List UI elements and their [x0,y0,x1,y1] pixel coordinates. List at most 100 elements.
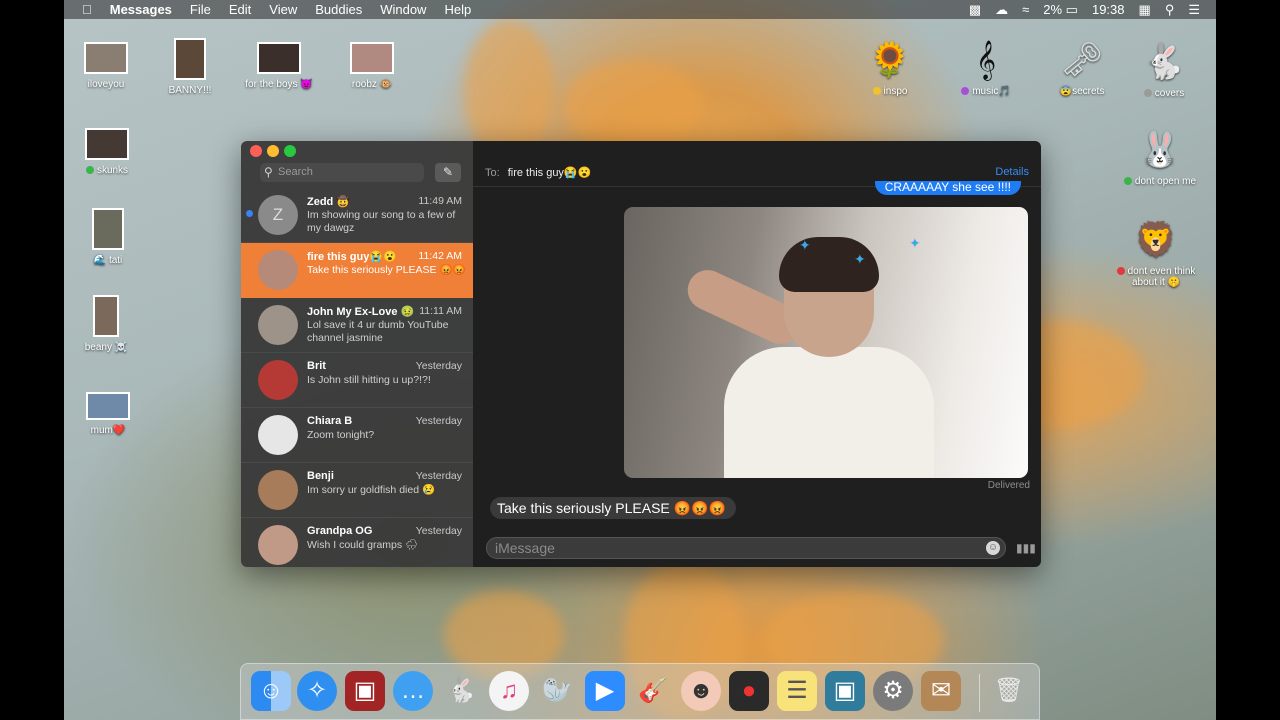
search-icon: ⚲ [264,165,273,179]
received-message-bubble[interactable]: Take this seriously PLEASE 😡😡😡 [490,497,736,519]
desktop-folder-mum[interactable]: mum❤️ [64,392,158,436]
rabbit-icon[interactable]: 🐇 [441,671,481,711]
seal-icon[interactable]: 🦭 [537,671,577,711]
battery-status[interactable]: 2% ▭ [1043,2,1078,18]
menu-messages[interactable]: Messages [110,2,172,17]
photo-thumbnail [350,42,394,74]
menu-buddies[interactable]: Buddies [315,2,362,17]
desktop-folder-music[interactable]: 𝄞 music🎵 [936,38,1036,97]
face-icon[interactable]: ☻ [681,671,721,711]
menu-view[interactable]: View [269,2,297,17]
menu-file[interactable]: File [190,2,211,17]
notes-icon[interactable]: ☰ [777,671,817,711]
system-preferences-icon[interactable]: ⚙ [873,671,913,711]
sent-photo[interactable]: ✦ ✦ ✦ [624,207,1028,478]
audio-message-icon[interactable]: ▮▮▮ [1016,541,1036,555]
desktop-label: dont even think about it 🤫 [1116,266,1196,288]
desktop-folder-dont-open-me[interactable]: 🐰 dont open me [1110,128,1210,187]
conversation-item[interactable]: Benji Yesterday Im sorry ur goldfish die… [241,463,473,518]
menu-edit[interactable]: Edit [229,2,251,17]
creative-cloud-icon[interactable]: ☁ [995,2,1008,18]
desktop-folder-banny[interactable]: BANNY!!! [140,38,240,96]
camera-icon[interactable]: ▩ [969,2,981,18]
emoji-icon[interactable]: ☺ [986,541,1000,555]
zoom-icon[interactable] [284,145,296,157]
compose-button[interactable]: ✎ [435,163,461,182]
butterfly-icon: ✦ [799,237,811,253]
preview-icon[interactable]: ▣ [825,671,865,711]
contacts-icon[interactable]: ✉ [921,671,961,711]
conversation-name: Benji [307,470,334,482]
desktop-folder-covers[interactable]: 🐇 covers [1114,40,1214,99]
desktop-label-text: skunks [96,165,129,176]
apple-icon[interactable]:  [82,2,92,17]
bunny-icon: 🐇 [1142,43,1186,81]
photos-icon[interactable]: ● [729,671,769,711]
minimize-icon[interactable] [267,145,279,157]
sent-message-bubble[interactable]: CRAAAAAY she see !!!! [874,181,1021,195]
search-placeholder: Search [278,166,313,178]
safari-icon[interactable]: ✧ [297,671,337,711]
tag-dot [1143,89,1152,97]
desktop-label-text: dont even think about it 🤫 [1127,266,1196,288]
conversation-name: Brit [307,360,326,372]
menu-help[interactable]: Help [444,2,471,17]
notification-center-icon[interactable]: ☰ [1188,2,1200,18]
desktop-folder-inspo[interactable]: 🌻 inspo [840,38,940,97]
wifi-icon[interactable]: ≈ [1022,2,1029,17]
desktop-folder-roobz[interactable]: roobz 🐵 [322,42,422,90]
desktop-label: 🌊 tati [94,255,123,266]
desktop-folder-dont-even-think[interactable]: 🦁 dont even think about it 🤫 [1106,218,1206,288]
butterfly-icon: ✦ [909,235,921,251]
desktop-label: inspo [872,86,907,97]
message-input[interactable]: iMessage ☺ [486,537,1006,559]
conversation-name: Chiara B [307,415,353,427]
conversation-name: Zedd 🤠 [307,196,351,208]
tag-dot [1116,267,1125,275]
spotlight-icon[interactable]: ⚲ [1165,2,1175,18]
conversation-item-selected[interactable]: fire this guy😭😮 11:42 AM Take this serio… [241,243,473,298]
desktop-folder-beany[interactable]: beany ☠️ [64,295,156,353]
unread-dot [246,210,253,217]
conversation-preview: Take this seriously PLEASE 😡😡 [307,264,466,276]
tag-dot [872,87,881,95]
garageband-icon[interactable]: 🎸 [633,671,673,711]
conversation-preview: Lol save it 4 ur dumb YouTube channel ja… [307,319,449,344]
recipient-name: fire this guy😭😮 [507,167,592,179]
photo-booth-icon[interactable]: ▣ [345,671,385,711]
display-icon[interactable]: ▦ [1139,2,1151,18]
desktop-label: beany ☠️ [84,342,128,353]
conversation-item[interactable]: Brit Yesterday Is John still hitting u u… [241,353,473,408]
tag-dot [1123,177,1132,185]
search-input[interactable]: ⚲ Search [260,163,424,182]
details-button[interactable]: Details [995,166,1029,178]
desktop-folder-for-the-boys[interactable]: for the boys 😈 [229,42,329,90]
tag-dot [85,166,94,174]
clock[interactable]: 19:38 [1092,2,1125,17]
trash-icon[interactable]: 🗑 [989,671,1029,711]
close-icon[interactable] [250,145,262,157]
avatar [258,525,298,565]
conversation-sidebar: ⚲ Search ✎ Z Zedd 🤠 11:49 AM Im showing … [241,141,473,567]
chat-pane: To: fire this guy😭😮 Details CRAAAAAY she … [473,141,1041,567]
conversation-item[interactable]: Chiara B Yesterday Zoom tonight? [241,408,473,463]
conversation-time: Yesterday [415,360,462,372]
dock: ☺ ✧ ▣ … 🐇 ♫ 🦭 ▶ 🎸 ☻ ● ☰ ▣ ⚙ ✉ 🗑 [240,663,1040,720]
conversation-name: fire this guy😭😮 [307,251,397,263]
desktop-folder-tati[interactable]: 🌊 tati [64,208,158,266]
messages-icon[interactable]: … [393,671,433,711]
conversation-item[interactable]: John My Ex-Love 🤢 11:11 AM Lol save it 4… [241,298,473,353]
finder-icon[interactable]: ☺ [251,671,291,711]
menu-window[interactable]: Window [380,2,426,17]
avatar: Z [258,195,298,235]
desktop-folder-skunks[interactable]: skunks [64,128,157,176]
itunes-icon[interactable]: ♫ [489,671,529,711]
conversation-item[interactable]: Grandpa OG Yesterday Wish I could gramps… [241,518,473,567]
desktop-label: mum❤️ [90,425,126,436]
conversation-time: Yesterday [415,525,462,537]
conversation-item[interactable]: Z Zedd 🤠 11:49 AM Im showing our song to… [241,188,473,243]
recipient-field[interactable]: To: fire this guy😭😮 [485,166,591,179]
zoom-icon[interactable]: ▶ [585,671,625,711]
avatar [258,415,298,455]
sunflower-icon: 🌻 [868,41,912,79]
